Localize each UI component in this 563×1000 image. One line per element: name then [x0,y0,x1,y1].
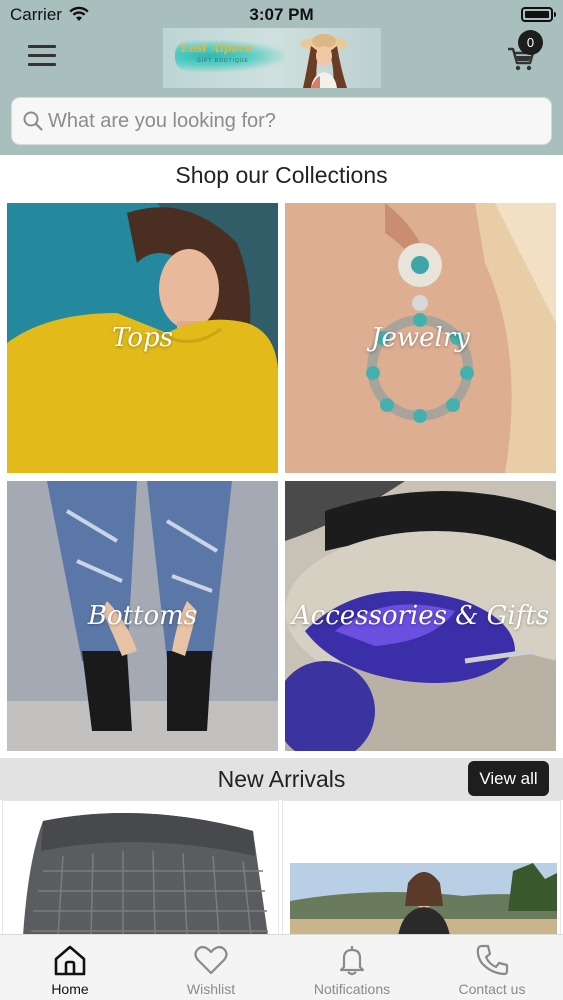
clock: 3:07 PM [249,5,314,24]
product-image [283,801,560,934]
bottom-tab-bar: Home Wishlist Notifications Contact us [0,934,563,1000]
tab-notifications[interactable]: Notifications [282,935,422,1000]
logo-tagline: GIFT BOUTIQUE [197,58,249,64]
search-input[interactable] [48,98,538,144]
menu-icon-bar [28,63,56,66]
tab-label: Home [51,981,89,997]
tab-label: Notifications [313,981,391,997]
product-card[interactable] [2,800,279,935]
bell-icon [339,946,365,976]
logo-woman-illustration [300,34,348,88]
collection-tile-bottoms[interactable]: Bottoms [7,481,278,751]
search-icon [23,111,43,131]
collection-label: Bottoms [87,601,198,631]
search-bar[interactable] [11,97,552,145]
cart-count-badge: 0 [518,30,543,55]
collection-label: Accessories & Gifts [291,601,550,631]
view-all-button[interactable]: View all [468,761,549,796]
logo-wordmark: Lost Alpaca [181,42,253,55]
menu-icon-bar [28,54,56,57]
collection-tile-tops[interactable]: Tops [7,203,278,473]
tab-label: Contact us [458,981,526,997]
tab-home[interactable]: Home [0,935,140,1000]
collection-label: Jewelry [371,323,470,353]
collections-heading: Shop our Collections [175,162,388,188]
collection-tile-accessories[interactable]: Accessories & Gifts [285,481,556,751]
phone-icon [476,944,509,976]
tab-contact[interactable]: Contact us [422,935,562,1000]
product-card[interactable] [282,800,561,935]
menu-icon-bar [28,45,56,48]
collection-tile-jewelry[interactable]: Jewelry [285,203,556,473]
tab-label: Wishlist [186,981,236,997]
brand-logo[interactable]: Lost Alpaca GIFT BOUTIQUE [163,28,381,88]
heart-icon [194,945,228,975]
battery-icon [521,7,556,22]
product-image [3,801,278,934]
status-bar: Carrier 3:07 PM [0,0,563,30]
home-icon [54,945,86,976]
tab-wishlist[interactable]: Wishlist [141,935,281,1000]
menu-button[interactable] [28,45,56,67]
collection-label: Tops [112,323,173,353]
